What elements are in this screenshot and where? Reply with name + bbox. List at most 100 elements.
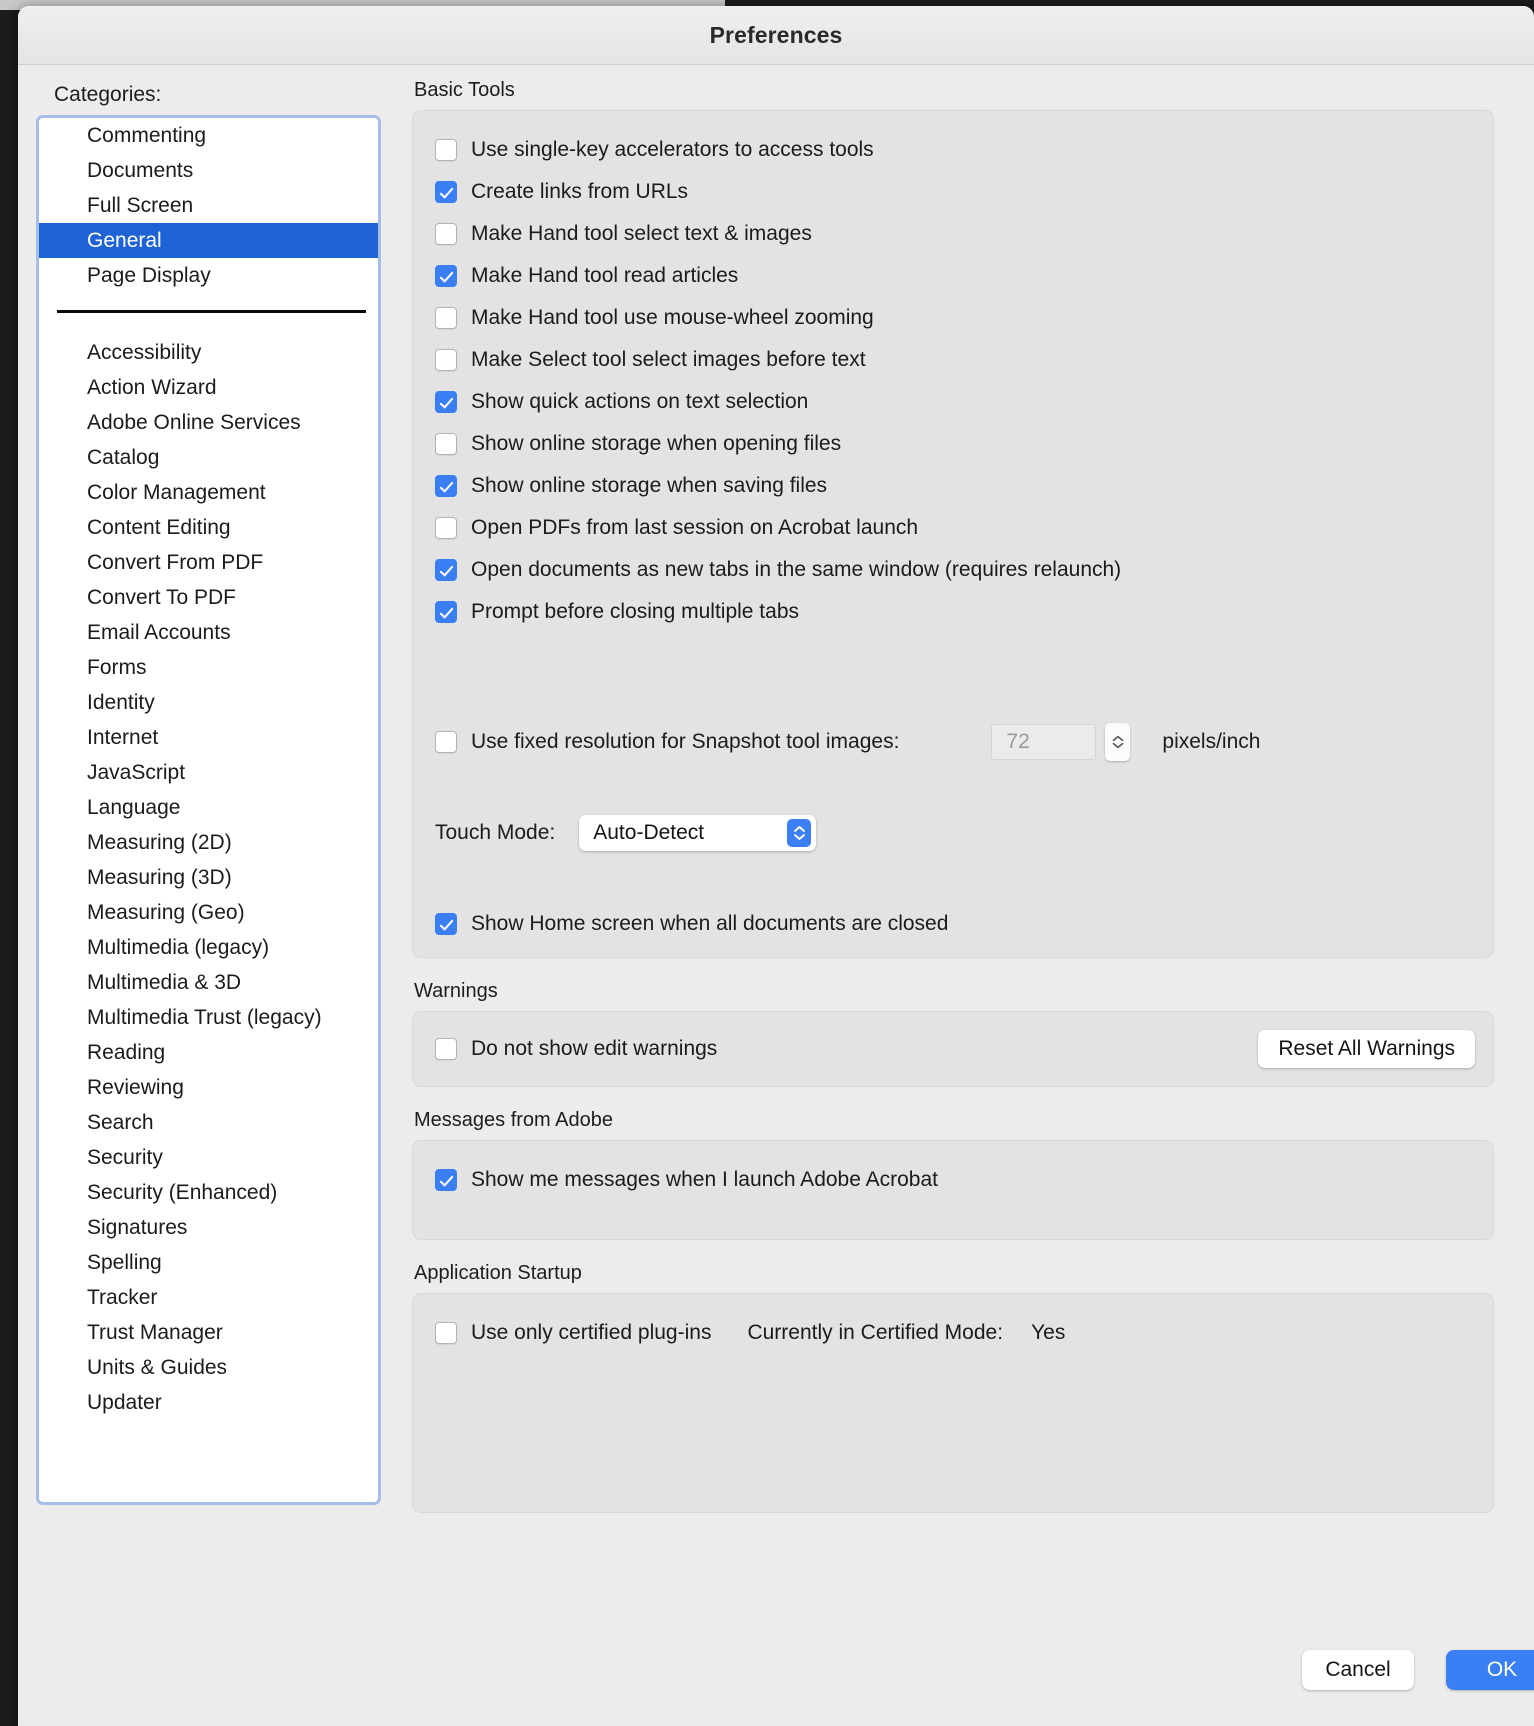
snapshot-resolution-stepper[interactable] (1105, 723, 1131, 761)
sidebar-item-internet[interactable]: Internet (39, 720, 378, 755)
checkbox-label: Use single-key accelerators to access to… (471, 138, 874, 161)
sidebar-item-search[interactable]: Search (39, 1105, 378, 1140)
checkbox[interactable] (435, 433, 457, 455)
sidebar-item-identity[interactable]: Identity (39, 685, 378, 720)
sidebar-item-trust-manager[interactable]: Trust Manager (39, 1315, 378, 1350)
settings-column: Basic Tools Use single-key accelerators … (412, 79, 1494, 1513)
chevron-up-glyph (793, 826, 805, 832)
touch-mode-row: Touch Mode: Auto-Detect (435, 815, 1471, 851)
checkbox-label: Show quick actions on text selection (471, 390, 809, 413)
checkbox-label: Make Select tool select images before te… (471, 348, 866, 371)
adobe-messages-row[interactable]: Show me messages when I launch Adobe Acr… (435, 1159, 1471, 1201)
sidebar-item-measuring-3d[interactable]: Measuring (3D) (39, 860, 378, 895)
basic-tools-group: Basic Tools Use single-key accelerators … (412, 79, 1494, 958)
sidebar-item-multimedia-trust-legacy[interactable]: Multimedia Trust (legacy) (39, 1000, 378, 1035)
checkbox[interactable] (435, 517, 457, 539)
chevron-up-down-icon (787, 819, 812, 847)
sidebar-item-reviewing[interactable]: Reviewing (39, 1070, 378, 1105)
checkbox[interactable] (435, 559, 457, 581)
certified-mode-label: Currently in Certified Mode: (747, 1321, 1004, 1344)
reset-all-warnings-button[interactable]: Reset All Warnings (1258, 1030, 1475, 1068)
certified-plugins-row[interactable]: Use only certified plug-ins Currently in… (435, 1312, 1471, 1354)
checkbox[interactable] (435, 307, 457, 329)
certified-plugins-checkbox[interactable] (435, 1322, 457, 1344)
checkbox-label: Prompt before closing multiple tabs (471, 600, 799, 623)
checkbox[interactable] (435, 475, 457, 497)
sidebar-item-reading[interactable]: Reading (39, 1035, 378, 1070)
sidebar-item-measuring-2d[interactable]: Measuring (2D) (39, 825, 378, 860)
home-screen-checkbox[interactable] (435, 913, 457, 935)
sidebar-item-measuring-geo[interactable]: Measuring (Geo) (39, 895, 378, 930)
checkbox[interactable] (435, 391, 457, 413)
sidebar-item-forms[interactable]: Forms (39, 650, 378, 685)
touch-mode-label: Touch Mode: (435, 821, 556, 844)
checkbox[interactable] (435, 223, 457, 245)
application-startup-group: Application Startup Use only certified p… (412, 1262, 1494, 1513)
sidebar-item-commenting[interactable]: Commenting (39, 118, 378, 153)
snapshot-resolution-checkbox[interactable] (435, 731, 457, 753)
basic-tools-checkbox-row[interactable]: Show quick actions on text selection (435, 381, 1471, 423)
category-primary-list: Commenting Documents Full Screen General Pag… (39, 118, 378, 293)
basic-tools-checkbox-row[interactable]: Make Hand tool use mouse-wheel zooming (435, 297, 1471, 339)
basic-tools-checkbox-row[interactable]: Make Hand tool read articles (435, 255, 1471, 297)
basic-tools-checkbox-row[interactable]: Create links from URLs (435, 171, 1471, 213)
category-listbox[interactable]: Commenting Documents Full Screen General Pag… (36, 115, 381, 1505)
basic-tools-checkbox-row[interactable]: Show online storage when opening files (435, 423, 1471, 465)
sidebar-item-accessibility[interactable]: Accessibility (39, 335, 378, 370)
sidebar-item-convert-from-pdf[interactable]: Convert From PDF (39, 545, 378, 580)
ok-button[interactable]: OK (1446, 1650, 1534, 1690)
basic-tools-checkbox-row[interactable]: Prompt before closing multiple tabs (435, 591, 1471, 633)
sidebar-item-tracker[interactable]: Tracker (39, 1280, 378, 1315)
sidebar-item-convert-to-pdf[interactable]: Convert To PDF (39, 580, 378, 615)
sidebar-item-signatures[interactable]: Signatures (39, 1210, 378, 1245)
sidebar-item-page-display[interactable]: Page Display (39, 258, 378, 293)
touch-mode-select[interactable]: Auto-Detect (579, 815, 817, 851)
checkbox[interactable] (435, 265, 457, 287)
sidebar-item-units-guides[interactable]: Units & Guides (39, 1350, 378, 1385)
sidebar-item-language[interactable]: Language (39, 790, 378, 825)
basic-tools-checkbox-row[interactable]: Open documents as new tabs in the same w… (435, 549, 1471, 591)
sidebar-item-updater[interactable]: Updater (39, 1385, 378, 1420)
adobe-messages-label: Show me messages when I launch Adobe Acr… (471, 1168, 938, 1191)
sidebar-item-multimedia-legacy[interactable]: Multimedia (legacy) (39, 930, 378, 965)
home-screen-row[interactable]: Show Home screen when all documents are … (435, 903, 1471, 945)
sidebar-item-spelling[interactable]: Spelling (39, 1245, 378, 1280)
edit-warnings-checkbox[interactable] (435, 1038, 457, 1060)
sidebar-item-security-enhanced[interactable]: Security (Enhanced) (39, 1175, 378, 1210)
sidebar-item-adobe-online-services[interactable]: Adobe Online Services (39, 405, 378, 440)
basic-tools-checkbox-row[interactable]: Use single-key accelerators to access to… (435, 129, 1471, 171)
sidebar-item-javascript[interactable]: JavaScript (39, 755, 378, 790)
checkbox[interactable] (435, 349, 457, 371)
pixels-per-inch-label: pixels/inch (1162, 730, 1261, 753)
sidebar-item-email-accounts[interactable]: Email Accounts (39, 615, 378, 650)
chevron-down-icon[interactable] (1112, 742, 1124, 749)
categories-label: Categories: (54, 83, 162, 106)
sidebar-item-multimedia-3d[interactable]: Multimedia & 3D (39, 965, 378, 1000)
adobe-messages-checkbox[interactable] (435, 1169, 457, 1191)
sidebar-item-catalog[interactable]: Catalog (39, 440, 378, 475)
cancel-button[interactable]: Cancel (1302, 1650, 1414, 1690)
sidebar-item-general[interactable]: General (39, 223, 378, 258)
basic-tools-checkbox-row[interactable]: Make Select tool select images before te… (435, 339, 1471, 381)
checkbox-label: Make Hand tool select text & images (471, 222, 812, 245)
snapshot-resolution-label: Use fixed resolution for Snapshot tool i… (471, 730, 900, 753)
edit-warnings-row[interactable]: Do not show edit warnings (435, 1028, 717, 1070)
sidebar-item-full-screen[interactable]: Full Screen (39, 188, 378, 223)
sidebar-item-color-management[interactable]: Color Management (39, 475, 378, 510)
basic-tools-checkbox-row[interactable]: Show online storage when saving files (435, 465, 1471, 507)
basic-tools-checkbox-row[interactable]: Make Hand tool select text & images (435, 213, 1471, 255)
basic-tools-checkbox-row[interactable]: Open PDFs from last session on Acrobat l… (435, 507, 1471, 549)
sidebar-item-action-wizard[interactable]: Action Wizard (39, 370, 378, 405)
chevron-up-icon[interactable] (1112, 735, 1124, 742)
checkbox[interactable] (435, 181, 457, 203)
certified-plugins-label: Use only certified plug-ins (471, 1321, 712, 1344)
category-divider (57, 310, 366, 313)
basic-tools-checkbox-list: Use single-key accelerators to access to… (435, 129, 1471, 633)
checkbox[interactable] (435, 139, 457, 161)
sidebar-item-security[interactable]: Security (39, 1140, 378, 1175)
sidebar-item-documents[interactable]: Documents (39, 153, 378, 188)
home-screen-label: Show Home screen when all documents are … (471, 912, 949, 935)
checkbox[interactable] (435, 601, 457, 623)
sidebar-item-content-editing[interactable]: Content Editing (39, 510, 378, 545)
snapshot-resolution-input[interactable]: 72 (991, 724, 1097, 760)
